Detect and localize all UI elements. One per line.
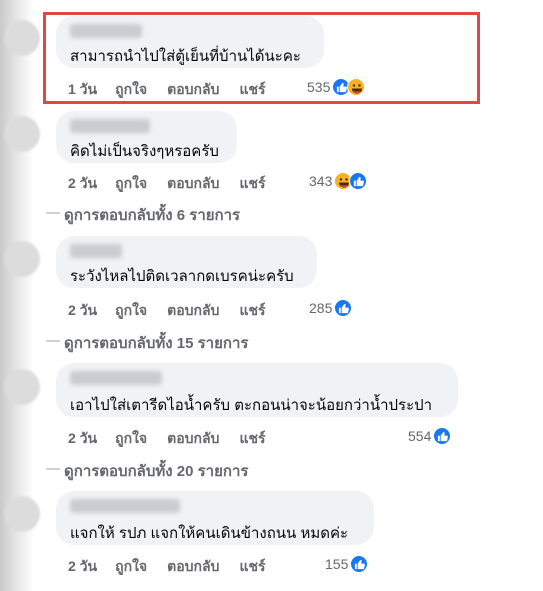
like-button[interactable]: ถูกใจ <box>115 428 147 450</box>
reaction-count: 155 <box>325 556 349 572</box>
comment-text: สามารถนำไปใส่ตู้เย็นที่บ้านได้นะคะ <box>70 48 301 65</box>
like-button[interactable]: ถูกใจ <box>115 300 147 322</box>
reaction-summary[interactable]: 285 <box>309 299 353 317</box>
comment-bubble: เอาไปใส่เตารีดไอน้ำครับ ตะกอนน่าจะน้อยกว… <box>56 363 458 417</box>
timestamp[interactable]: 2 วัน <box>68 556 97 578</box>
comment-text: คิดไม่เป็นจริงๆหรอครับ <box>70 143 219 160</box>
avatar[interactable] <box>4 369 40 405</box>
timestamp[interactable]: 2 วัน <box>68 428 97 450</box>
like-button[interactable]: ถูกใจ <box>115 79 147 101</box>
reply-branch-line <box>46 340 60 342</box>
avatar[interactable] <box>4 20 40 56</box>
timestamp[interactable]: 2 วัน <box>68 300 97 322</box>
comment-text: แจกให้ รปภ แจกให้คนเดินข้างถนน หมดค่ะ <box>70 525 349 542</box>
reaction-count: 285 <box>309 300 333 316</box>
timestamp[interactable]: 1 วัน <box>68 79 97 101</box>
view-replies-label[interactable]: ดูการตอบกลับทั้ง 15 รายการ <box>64 335 248 352</box>
reaction-summary[interactable]: 554 <box>408 427 452 445</box>
reply-branch-line <box>46 212 60 214</box>
reaction-summary[interactable]: 535 <box>307 78 366 96</box>
author-name-blurred[interactable] <box>70 499 180 513</box>
comment-bubble: คิดไม่เป็นจริงๆหรอครับ <box>56 111 237 163</box>
share-button[interactable]: แชร์ <box>239 79 265 101</box>
comment-actions: 2 วัน ถูกใจ ตอบกลับ แชร์ <box>68 173 286 195</box>
reaction-summary[interactable]: 155 <box>325 555 369 573</box>
reply-button[interactable]: ตอบกลับ <box>167 556 219 578</box>
reaction-count: 554 <box>408 428 432 444</box>
author-name-blurred[interactable] <box>70 24 142 38</box>
like-icon <box>350 555 369 573</box>
comment-actions: 2 วัน ถูกใจ ตอบกลับ แชร์ <box>68 300 286 322</box>
comment-text: เอาไปใส่เตารีดไอน้ำครับ ตะกอนน่าจะน้อยกว… <box>70 397 433 414</box>
comment-actions: 2 วัน ถูกใจ ตอบกลับ แชร์ <box>68 556 286 578</box>
like-button[interactable]: ถูกใจ <box>115 173 147 195</box>
comment-bubble: แจกให้ รปภ แจกให้คนเดินข้างถนน หมดค่ะ <box>56 491 374 545</box>
reaction-count: 343 <box>309 173 333 189</box>
author-name-blurred[interactable] <box>70 244 122 258</box>
like-button[interactable]: ถูกใจ <box>115 556 147 578</box>
reply-button[interactable]: ตอบกลับ <box>167 428 219 450</box>
share-button[interactable]: แชร์ <box>239 300 265 322</box>
avatar[interactable] <box>4 241 40 277</box>
reaction-summary[interactable]: 343 <box>309 172 368 190</box>
view-replies-link[interactable]: ดูการตอบกลับทั้ง 20 รายการ <box>46 459 248 483</box>
comment-actions: 2 วัน ถูกใจ ตอบกลับ แชร์ <box>68 428 286 450</box>
reaction-count: 535 <box>307 79 331 95</box>
view-replies-label[interactable]: ดูการตอบกลับทั้ง 20 รายการ <box>64 463 248 480</box>
share-button[interactable]: แชร์ <box>239 173 265 195</box>
reply-button[interactable]: ตอบกลับ <box>167 300 219 322</box>
like-icon <box>349 172 368 190</box>
timestamp[interactable]: 2 วัน <box>68 173 97 195</box>
comment-bubble: สามารถนำไปใส่ตู้เย็นที่บ้านได้นะคะ <box>56 16 324 68</box>
avatar[interactable] <box>4 116 40 152</box>
reply-button[interactable]: ตอบกลับ <box>167 79 219 101</box>
view-replies-link[interactable]: ดูการตอบกลับทั้ง 15 รายการ <box>46 331 248 355</box>
comment-bubble: ระวังไหลไปติดเวลากดเบรคน่ะครับ <box>56 236 317 288</box>
comment-actions: 1 วัน ถูกใจ ตอบกลับ แชร์ <box>68 79 286 101</box>
view-replies-link[interactable]: ดูการตอบกลับทั้ง 6 รายการ <box>46 203 240 227</box>
reply-button[interactable]: ตอบกลับ <box>167 173 219 195</box>
like-icon <box>334 299 353 317</box>
avatar[interactable] <box>4 496 40 532</box>
comment-text: ระวังไหลไปติดเวลากดเบรคน่ะครับ <box>70 268 294 285</box>
author-name-blurred[interactable] <box>70 371 162 385</box>
haha-icon <box>347 78 366 96</box>
share-button[interactable]: แชร์ <box>239 556 265 578</box>
author-name-blurred[interactable] <box>70 119 150 133</box>
like-icon <box>433 427 452 445</box>
share-button[interactable]: แชร์ <box>239 428 265 450</box>
reply-branch-line <box>46 468 60 470</box>
view-replies-label[interactable]: ดูการตอบกลับทั้ง 6 รายการ <box>64 207 240 224</box>
